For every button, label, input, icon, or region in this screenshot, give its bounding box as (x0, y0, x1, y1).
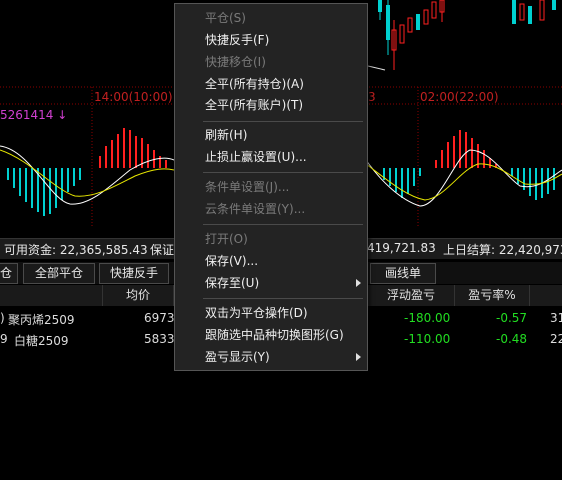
floating-pnl: -180.00 (404, 311, 451, 325)
menu-item-refresh[interactable]: 刷新(H) (205, 125, 247, 145)
submenu-arrow-icon (356, 279, 361, 287)
indicator-value: 5261414 ↓ (0, 108, 67, 122)
menu-separator (203, 172, 363, 173)
context-menu: 平仓(S) 快捷反手(F) 快捷移仓(I) 全平(所有持仓)(A) 全平(所有账… (174, 3, 368, 371)
avg-price: 6973 (144, 311, 175, 325)
pnl-rate: -0.57 (496, 311, 528, 325)
submenu-arrow-icon (356, 353, 361, 361)
extra-value: 22 (550, 332, 562, 346)
prev-settlement: 上日结算: 22,420,973. (443, 243, 562, 257)
menu-item-close-all-accounts[interactable]: 全平(所有账户)(T) (205, 95, 303, 115)
instrument-name: 聚丙烯2509 (8, 313, 75, 327)
menu-item-double-click-close[interactable]: 双击为平仓操作(D) (205, 303, 308, 323)
equity-value: 419,721.83 (367, 241, 436, 255)
margin-label: 保证 (150, 243, 175, 257)
row-prefix: ) (0, 311, 5, 325)
menu-item-quick-reverse[interactable]: 快捷反手(F) (205, 30, 269, 50)
indicator-number: 5261414 (0, 108, 54, 122)
menu-item-close-position[interactable]: 平仓(S) (205, 8, 246, 28)
time-label: 3 (368, 90, 376, 104)
quick-reverse-button[interactable]: 快捷反手 (99, 263, 169, 284)
menu-separator (203, 121, 363, 122)
time-label: 02:00(22:00) (420, 90, 499, 104)
column-header-pnl-rate[interactable]: 盈亏率% (455, 285, 530, 306)
column-header-floating-pnl[interactable]: 浮动盈亏 (368, 285, 455, 306)
menu-item-close-all-positions[interactable]: 全平(所有持仓)(A) (205, 74, 304, 94)
menu-item-stop-loss-settings[interactable]: 止损止赢设置(U)... (205, 147, 307, 167)
column-header-extra[interactable] (530, 285, 562, 306)
menu-item-follow-instrument[interactable]: 跟随选中品种切换图形(G) (205, 325, 344, 345)
avg-price: 5833 (144, 332, 175, 346)
menu-item-save-to[interactable]: 保存至(U) (205, 273, 259, 293)
candlesticks (367, 0, 556, 71)
instrument-name: 白糖2509 (14, 334, 69, 348)
close-all-button[interactable]: 全部平仓 (23, 263, 95, 284)
menu-item-cloud-conditional-order[interactable]: 云条件单设置(Y)... (205, 199, 305, 219)
floating-pnl: -110.00 (404, 332, 451, 346)
draw-order-button[interactable]: 画线单 (370, 263, 436, 284)
column-header-avg-price[interactable]: 均价 (103, 285, 174, 306)
menu-item-pnl-display[interactable]: 盈亏显示(Y) (205, 347, 270, 367)
menu-item-save[interactable]: 保存(V)... (205, 251, 258, 271)
close-position-button[interactable]: 仓 (0, 263, 18, 284)
row-prefix: 9 (0, 332, 8, 346)
pnl-rate: -0.48 (496, 332, 528, 346)
available-funds: 可用资金: 22,365,585.43 (4, 243, 148, 257)
menu-item-open[interactable]: 打开(O) (205, 229, 248, 249)
extra-value: 31 (550, 311, 562, 325)
down-arrow-icon: ↓ (57, 108, 68, 122)
column-header-name[interactable] (0, 285, 103, 306)
menu-separator (203, 298, 363, 299)
menu-item-conditional-order[interactable]: 条件单设置(J)... (205, 177, 289, 197)
menu-item-quick-move[interactable]: 快捷移仓(I) (205, 52, 266, 72)
time-label: 14:00(10:00) (94, 90, 173, 104)
menu-separator (203, 224, 363, 225)
